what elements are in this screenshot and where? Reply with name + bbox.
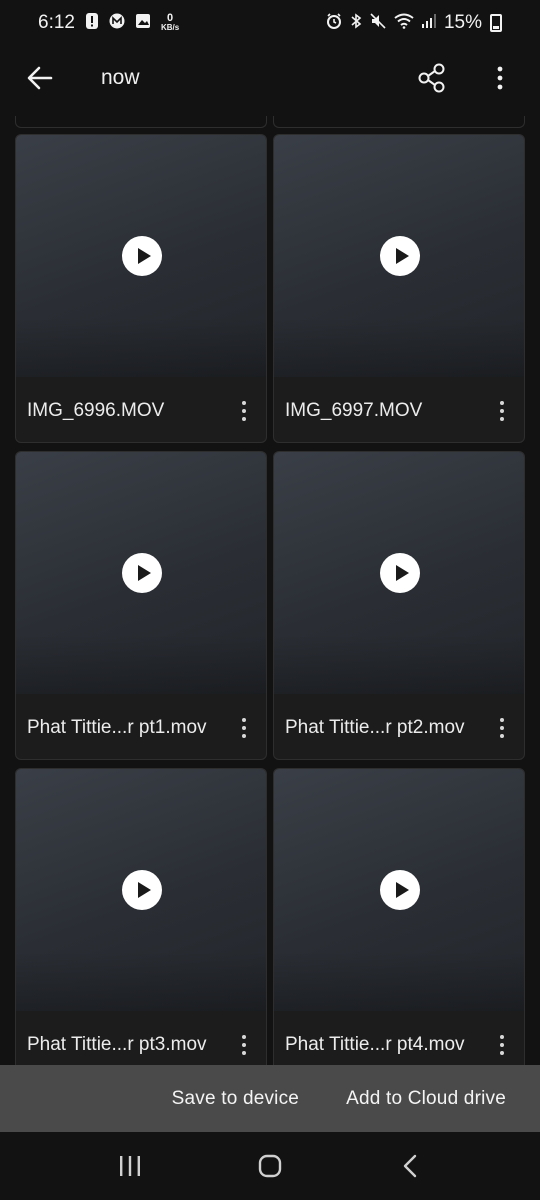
page-title: now bbox=[101, 66, 140, 89]
more-vertical-icon[interactable] bbox=[490, 1027, 514, 1063]
home-button[interactable] bbox=[240, 1142, 300, 1190]
more-vertical-icon[interactable] bbox=[490, 393, 514, 429]
nav-back-button[interactable] bbox=[380, 1142, 440, 1190]
file-card-footer: IMG_6996.MOV bbox=[16, 377, 266, 442]
play-icon[interactable] bbox=[122, 553, 162, 593]
alert-notification-icon bbox=[85, 12, 99, 35]
video-thumbnail[interactable] bbox=[16, 769, 266, 1011]
play-icon[interactable] bbox=[380, 236, 420, 276]
file-name: IMG_6996.MOV bbox=[27, 399, 165, 421]
gallery-notification-icon bbox=[135, 13, 151, 34]
status-time: 6:12 bbox=[38, 12, 75, 33]
status-right: 15% bbox=[326, 12, 502, 34]
more-vertical-icon[interactable] bbox=[232, 393, 256, 429]
video-thumbnail[interactable] bbox=[274, 452, 524, 694]
add-to-cloud-drive-button[interactable]: Add to Cloud drive bbox=[346, 1088, 506, 1110]
file-name: Phat Tittie...r pt1.mov bbox=[27, 716, 207, 738]
nav-back-icon bbox=[403, 1154, 417, 1178]
file-card[interactable]: IMG_6996.MOV bbox=[15, 134, 267, 443]
file-grid: IMG_6996.MOV IMG_6997.MOV Phat Tittie...… bbox=[15, 134, 525, 1065]
battery-percent: 15% bbox=[443, 12, 482, 33]
file-grid-scroll[interactable]: IMG_6996.MOV IMG_6997.MOV Phat Tittie...… bbox=[0, 110, 540, 1065]
status-bar: 6:12 0 KB/s 15% bbox=[0, 0, 540, 46]
status-left: 6:12 0 KB/s bbox=[38, 12, 179, 35]
wifi-icon bbox=[394, 13, 414, 34]
arrow-left-icon bbox=[27, 66, 53, 90]
file-name: Phat Tittie...r pt4.mov bbox=[285, 1033, 465, 1055]
file-card-footer: Phat Tittie...r pt2.mov bbox=[274, 694, 524, 759]
file-card[interactable]: Phat Tittie...r pt1.mov bbox=[15, 451, 267, 760]
file-name: Phat Tittie...r pt3.mov bbox=[27, 1033, 207, 1055]
play-icon[interactable] bbox=[122, 236, 162, 276]
signal-icon bbox=[421, 13, 436, 34]
share-button[interactable] bbox=[408, 54, 456, 102]
file-name: IMG_6997.MOV bbox=[285, 399, 423, 421]
mute-icon bbox=[370, 12, 386, 34]
more-vertical-icon[interactable] bbox=[490, 710, 514, 746]
recent-apps-icon bbox=[120, 1156, 140, 1176]
more-options-button[interactable] bbox=[476, 54, 524, 102]
play-icon[interactable] bbox=[380, 553, 420, 593]
back-button[interactable] bbox=[16, 54, 64, 102]
file-name: Phat Tittie...r pt2.mov bbox=[285, 716, 465, 738]
file-card[interactable]: Phat Tittie...r pt2.mov bbox=[273, 451, 525, 760]
file-card[interactable]: Phat Tittie...r pt3.mov bbox=[15, 768, 267, 1065]
video-thumbnail[interactable] bbox=[16, 135, 266, 377]
video-thumbnail[interactable] bbox=[16, 452, 266, 694]
home-icon bbox=[258, 1154, 282, 1178]
save-to-device-button[interactable]: Save to device bbox=[172, 1088, 299, 1110]
file-card-footer: Phat Tittie...r pt1.mov bbox=[16, 694, 266, 759]
file-card-footer: IMG_6997.MOV bbox=[274, 377, 524, 442]
system-nav-bar bbox=[0, 1132, 540, 1200]
net-speed-unit: KB/s bbox=[160, 23, 180, 32]
play-icon[interactable] bbox=[380, 870, 420, 910]
alarm-icon bbox=[326, 12, 342, 34]
file-card-footer: Phat Tittie...r pt4.mov bbox=[274, 1011, 524, 1065]
action-bar: Save to device Add to Cloud drive bbox=[0, 1065, 540, 1132]
toolbar: now bbox=[0, 46, 540, 110]
more-vertical-icon bbox=[497, 66, 503, 90]
share-icon bbox=[418, 63, 445, 93]
bluetooth-icon bbox=[350, 12, 362, 34]
battery-icon bbox=[490, 14, 502, 32]
previous-row-edge bbox=[15, 116, 525, 128]
net-speed-value: 0 bbox=[167, 12, 174, 24]
file-card-footer: Phat Tittie...r pt3.mov bbox=[16, 1011, 266, 1065]
video-thumbnail[interactable] bbox=[274, 135, 524, 377]
file-card[interactable]: Phat Tittie...r pt4.mov bbox=[273, 768, 525, 1065]
net-speed: 0 KB/s bbox=[160, 12, 180, 33]
mail-notification-icon bbox=[109, 13, 125, 34]
file-card[interactable]: IMG_6997.MOV bbox=[273, 134, 525, 443]
video-thumbnail[interactable] bbox=[274, 769, 524, 1011]
recent-apps-button[interactable] bbox=[100, 1142, 160, 1190]
more-vertical-icon[interactable] bbox=[232, 710, 256, 746]
more-vertical-icon[interactable] bbox=[232, 1027, 256, 1063]
play-icon[interactable] bbox=[122, 870, 162, 910]
